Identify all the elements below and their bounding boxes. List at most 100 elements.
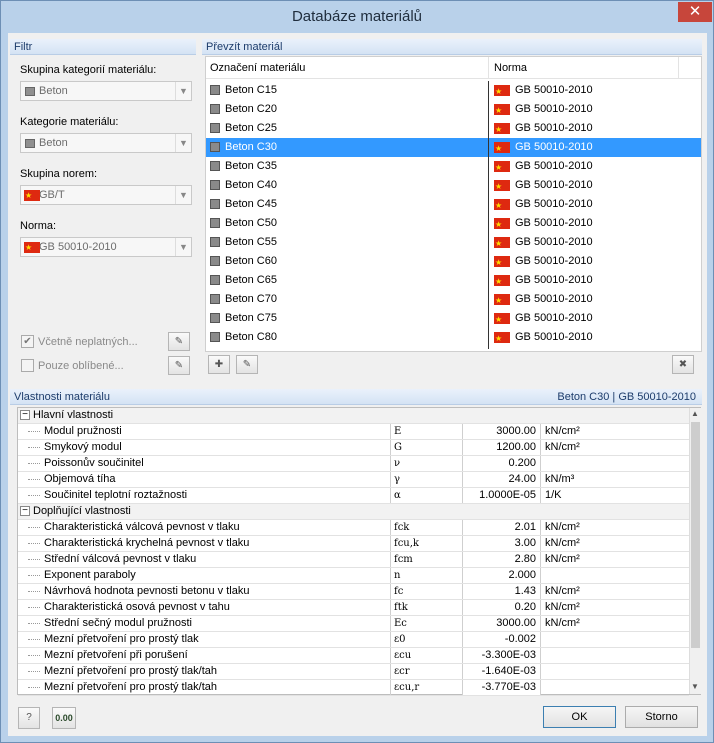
list-item[interactable]: Beton C65 GB 50010-2010 <box>206 271 701 291</box>
properties-title: Vlastnosti materiálu <box>14 391 110 403</box>
property-value[interactable]: -1.640E-03 <box>462 664 540 679</box>
list-item[interactable]: Beton C60 GB 50010-2010 <box>206 252 701 272</box>
property-row[interactable]: Charakteristická válcová pevnost v tlaku… <box>18 520 689 536</box>
property-row[interactable]: Charakteristická krychelná pevnost v tla… <box>18 536 689 552</box>
property-symbol: α <box>390 488 462 503</box>
list-item[interactable]: Beton C50 GB 50010-2010 <box>206 214 701 234</box>
property-value[interactable]: 3000.00 <box>462 616 540 631</box>
china-flag-icon <box>494 291 510 310</box>
property-group-row[interactable]: − Hlavní vlastnosti <box>18 408 689 424</box>
collapse-icon[interactable]: − <box>20 506 30 516</box>
property-unit: 1/K <box>540 488 689 503</box>
tree-line <box>28 463 40 464</box>
property-name: Střední sečný modul pružnosti <box>44 617 192 629</box>
property-value[interactable]: 1.0000E-05 <box>462 488 540 503</box>
property-value[interactable]: 2.000 <box>462 568 540 583</box>
list-item[interactable]: Beton C25 GB 50010-2010 <box>206 119 701 139</box>
property-row[interactable]: Smykový modul G 1200.00 kN/cm² <box>18 440 689 456</box>
close-button[interactable]: ✕ <box>678 2 712 22</box>
china-flag-icon <box>494 215 510 234</box>
property-symbol: Ec <box>390 616 462 631</box>
property-name: Mezní přetvoření pro prostý tlak/tah <box>44 681 218 693</box>
property-value[interactable]: 3000.00 <box>462 424 540 439</box>
property-name: Mezní přetvoření pro prostý tlak/tah <box>44 665 218 677</box>
help-button[interactable]: ? <box>18 707 40 729</box>
filter-options-button[interactable]: ✎ <box>168 332 190 351</box>
property-symbol: εcu <box>390 648 462 663</box>
chevron-down-icon: ▼ <box>175 134 191 152</box>
favorites-options-button[interactable]: ✎ <box>168 356 190 375</box>
property-value[interactable]: 3.00 <box>462 536 540 551</box>
china-flag-icon <box>494 158 510 177</box>
material-group-combo[interactable]: Beton ▼ <box>20 81 192 101</box>
property-name: Objemová tíha <box>44 473 116 485</box>
property-row[interactable]: Součinitel teplotní roztažnosti α 1.0000E-… <box>18 488 689 504</box>
property-row[interactable]: Mezní přetvoření pro prostý tlak/tah εcu,… <box>18 680 689 696</box>
property-row[interactable]: Střední válcová pevnost v tlaku fcm 2.80 kN… <box>18 552 689 568</box>
properties-grid[interactable]: − Hlavní vlastnosti Modul pružnosti E 3000.0… <box>17 407 701 696</box>
list-item[interactable]: Beton C35 GB 50010-2010 <box>206 157 701 177</box>
china-flag-icon <box>494 120 510 139</box>
list-item[interactable]: Beton C55 GB 50010-2010 <box>206 233 701 253</box>
property-row[interactable]: Poissonův součinitel ν 0.200 <box>18 456 689 472</box>
list-item[interactable]: Beton C40 GB 50010-2010 <box>206 176 701 196</box>
scroll-up-icon[interactable]: ▲ <box>691 409 699 418</box>
property-unit <box>540 648 689 663</box>
scroll-down-icon[interactable]: ▼ <box>691 682 699 691</box>
tree-line <box>28 479 40 480</box>
properties-scrollbar[interactable]: ▲ ▼ <box>689 408 701 694</box>
scroll-thumb[interactable] <box>691 422 700 648</box>
list-item[interactable]: Beton C20 GB 50010-2010 <box>206 100 701 120</box>
cancel-button[interactable]: Storno <box>625 706 698 728</box>
property-value[interactable]: 2.01 <box>462 520 540 535</box>
list-item[interactable]: Beton C15 GB 50010-2010 <box>206 81 701 101</box>
delete-material-button[interactable]: ✖ <box>672 355 694 374</box>
property-value[interactable]: -3.770E-03 <box>462 680 540 695</box>
color-swatch-icon <box>210 256 220 266</box>
property-row[interactable]: Návrhová hodnota pevnosti betonu v tlaku… <box>18 584 689 600</box>
list-item[interactable]: Beton C45 GB 50010-2010 <box>206 195 701 215</box>
collapse-icon[interactable]: − <box>20 410 30 420</box>
norm-combo[interactable]: GB 50010-2010▼ <box>20 237 192 257</box>
properties-header: Vlastnosti materiálu Beton C30 | GB 5001… <box>10 389 702 405</box>
filter-header: Filtr <box>10 39 196 55</box>
property-row[interactable]: Střední sečný modul pružnosti Ec 3000.00 kN… <box>18 616 689 632</box>
include-invalid-checkbox[interactable]: ✔ Včetně neplatných... <box>21 335 138 349</box>
property-value[interactable]: 0.200 <box>462 456 540 471</box>
ok-button[interactable]: OK <box>543 706 616 728</box>
property-row[interactable]: Modul pružnosti E 3000.00 kN/cm² <box>18 424 689 440</box>
property-value[interactable]: -0.002 <box>462 632 540 647</box>
column-header-norm[interactable]: Norma <box>494 57 527 79</box>
property-value[interactable]: -3.300E-03 <box>462 648 540 663</box>
column-header-name[interactable]: Označení materiálu <box>210 57 305 79</box>
norm-group-combo[interactable]: GB/T▼ <box>20 185 192 205</box>
list-item[interactable]: Beton C70 GB 50010-2010 <box>206 290 701 310</box>
property-row[interactable]: Objemová tíha γ 24.00 kN/m³ <box>18 472 689 488</box>
property-value[interactable]: 1200.00 <box>462 440 540 455</box>
property-value[interactable]: 0.20 <box>462 600 540 615</box>
property-value[interactable]: 24.00 <box>462 472 540 487</box>
list-item[interactable]: Beton C30 GB 50010-2010 <box>206 138 701 158</box>
material-list[interactable]: Označení materiálu Norma Beton C15 GB 500… <box>205 56 702 352</box>
material-norm: GB 50010-2010 <box>494 138 593 158</box>
material-category-combo[interactable]: Beton ▼ <box>20 133 192 153</box>
property-row[interactable]: Mezní přetvoření při porušení εcu -3.300E-… <box>18 648 689 664</box>
favorites-only-checkbox[interactable]: Pouze oblíbené... <box>21 359 124 373</box>
property-name: Exponent paraboly <box>44 569 136 581</box>
material-name: Beton C30 <box>210 138 277 157</box>
new-material-button[interactable]: ✚ <box>208 355 230 374</box>
list-item[interactable]: Beton C80 GB 50010-2010 <box>206 328 701 348</box>
property-row[interactable]: Exponent paraboly n 2.000 <box>18 568 689 584</box>
property-unit: kN/cm² <box>540 552 689 567</box>
save-to-favorites-button[interactable]: ✎ <box>236 355 258 374</box>
list-item[interactable]: Beton C75 GB 50010-2010 <box>206 309 701 329</box>
property-row[interactable]: Mezní přetvoření pro prostý tlak/tah εcr -… <box>18 664 689 680</box>
property-row[interactable]: Charakteristická osová pevnost v tahu ftk… <box>18 600 689 616</box>
material-norm: GB 50010-2010 <box>494 157 593 177</box>
property-row[interactable]: Mezní přetvoření pro prostý tlak ε0 -0.002 <box>18 632 689 648</box>
china-flag-icon <box>494 310 510 329</box>
property-value[interactable]: 2.80 <box>462 552 540 567</box>
property-group-row[interactable]: − Doplňující vlastnosti <box>18 504 689 520</box>
property-value[interactable]: 1.43 <box>462 584 540 599</box>
units-button[interactable]: 0.00 <box>52 707 76 729</box>
